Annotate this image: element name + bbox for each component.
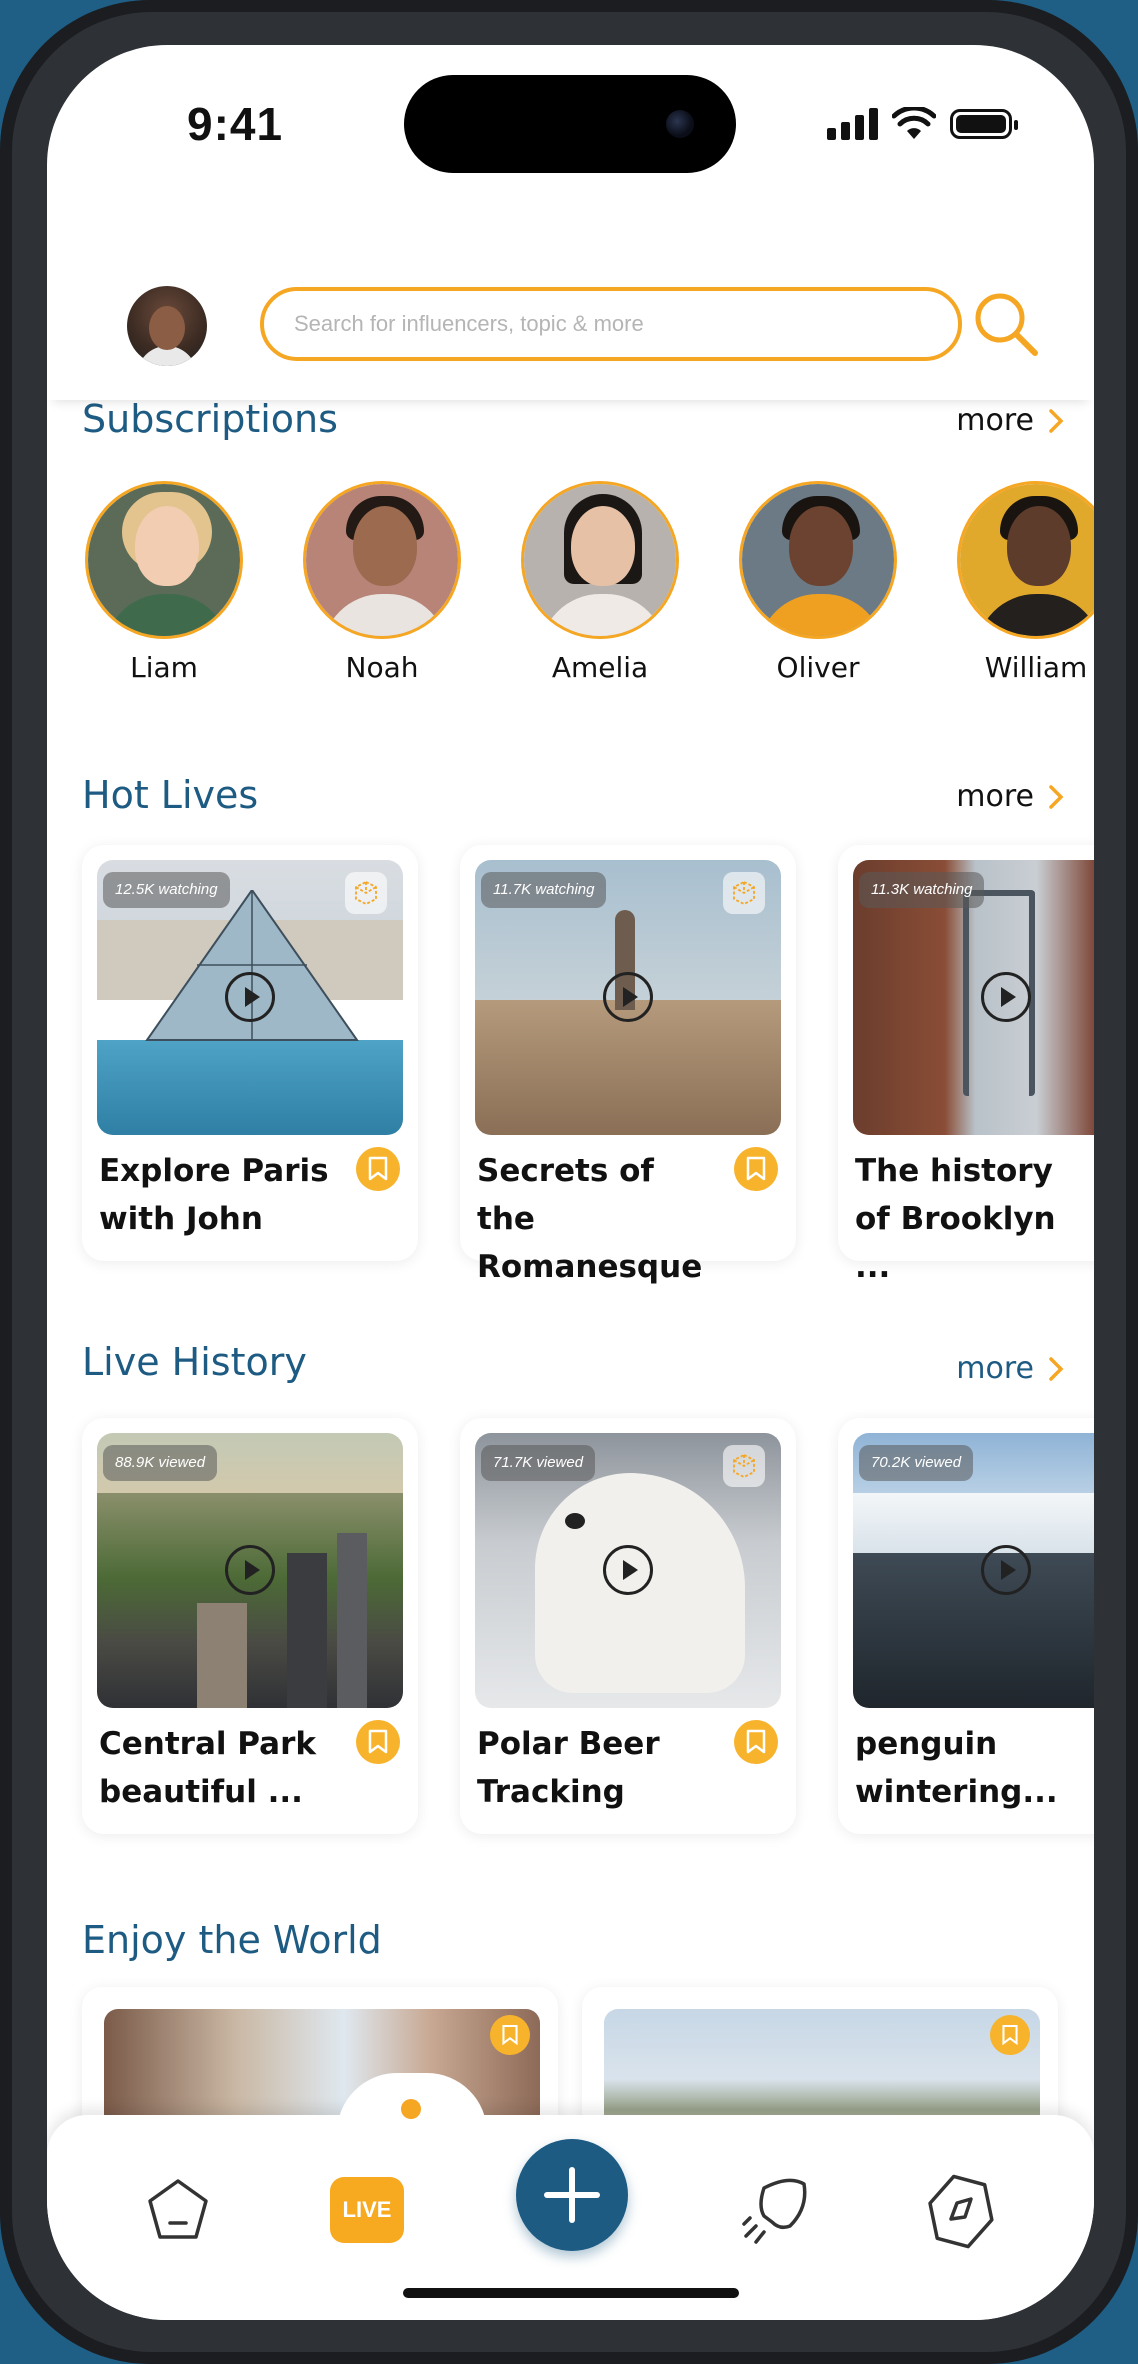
subscription-name: William [984, 651, 1088, 684]
play-icon[interactable] [981, 972, 1031, 1022]
cube-icon [723, 1445, 765, 1487]
bookmark-icon[interactable] [490, 2015, 530, 2055]
cube-icon [345, 872, 387, 914]
play-icon[interactable] [603, 972, 653, 1022]
subscription-item[interactable]: Oliver [736, 481, 900, 684]
bookmark-icon[interactable] [734, 1720, 778, 1764]
play-icon[interactable] [603, 1545, 653, 1595]
bookmark-add-icon[interactable] [356, 1147, 400, 1191]
card-title: penguin wintering... [855, 1726, 1058, 1810]
live-card[interactable]: 11.3K watching The history of Brooklyn .… [838, 845, 1094, 1285]
screen: 9:41 Subscriptions more [47, 45, 1094, 2320]
section-title-subscriptions: Subscriptions [82, 397, 338, 441]
subscription-item[interactable]: Noah [300, 481, 464, 684]
play-icon[interactable] [981, 1545, 1031, 1595]
card-title: Explore Paris with John [99, 1153, 329, 1237]
more-label: more [956, 403, 1034, 438]
subscription-avatar [303, 481, 461, 639]
chevron-right-icon [1049, 1356, 1064, 1381]
dynamic-island [404, 75, 736, 173]
history-thumbnail: 70.2K viewed [853, 1433, 1094, 1708]
subscription-avatar [85, 481, 243, 639]
status-icons [827, 107, 1018, 141]
search-input[interactable] [260, 287, 962, 361]
history-thumbnail: 71.7K viewed [475, 1433, 781, 1708]
watching-badge: 11.3K watching [859, 872, 985, 908]
subscription-name: Noah [345, 651, 419, 684]
history-thumbnail: 88.9K viewed [97, 1433, 403, 1708]
subscription-avatar [521, 481, 679, 639]
section-title-live-history: Live History [82, 1340, 307, 1384]
live-card[interactable]: 12.5K watching Explore Paris with John [82, 845, 418, 1261]
cube-icon [723, 872, 765, 914]
card-title: Secrets of the Romanesque [477, 1153, 703, 1285]
live-history-more-link[interactable]: more [956, 1351, 1064, 1386]
play-icon[interactable] [225, 1545, 275, 1595]
subscription-name: Amelia [551, 651, 649, 684]
live-thumbnail: 11.3K watching [853, 860, 1094, 1135]
live-button[interactable]: LIVE [330, 2177, 404, 2243]
card-title: Polar Beer Tracking [477, 1726, 660, 1810]
bookmark-icon[interactable] [734, 1147, 778, 1191]
watching-badge: 11.7K watching [481, 872, 607, 908]
history-card[interactable]: 71.7K viewed Polar Beer Tracking [460, 1418, 796, 1834]
subscriptions-more-link[interactable]: more [956, 403, 1064, 438]
avatar[interactable] [127, 286, 207, 366]
home-icon[interactable] [142, 2175, 214, 2247]
home-indicator [403, 2288, 739, 2298]
subscriptions-row: Liam Noah Amelia Oliver William [82, 481, 1094, 684]
live-thumbnail: 12.5K watching [97, 860, 403, 1135]
viewed-badge: 71.7K viewed [481, 1445, 596, 1481]
section-title-enjoy-the-world: Enjoy the World [82, 1918, 382, 1962]
rocket-icon[interactable] [734, 2170, 814, 2250]
section-title-hot-lives: Hot Lives [82, 773, 259, 817]
hot-lives-more-link[interactable]: more [956, 779, 1064, 814]
bookmark-icon[interactable] [356, 1720, 400, 1764]
history-card[interactable]: 70.2K viewed penguin wintering... [838, 1418, 1094, 1834]
add-button[interactable] [516, 2139, 628, 2251]
subscription-item[interactable]: William [954, 481, 1094, 684]
signal-icon [827, 108, 878, 140]
live-card[interactable]: 11.7K watching Secrets of the Romanesque [460, 845, 796, 1285]
subscription-name: Oliver [776, 651, 860, 684]
status-time: 9:41 [187, 98, 284, 150]
chevron-right-icon [1049, 408, 1064, 433]
subscription-item[interactable]: Amelia [518, 481, 682, 684]
card-title: Central Park beautiful ... [99, 1726, 316, 1810]
battery-icon [950, 109, 1018, 139]
subscription-item[interactable]: Liam [82, 481, 246, 684]
compass-icon[interactable] [921, 2173, 997, 2249]
search-icon[interactable] [967, 285, 1047, 365]
subscription-avatar [957, 481, 1094, 639]
live-thumbnail: 11.7K watching [475, 860, 781, 1135]
search-header [47, 230, 1094, 400]
card-title: The history of Brooklyn ... [855, 1153, 1056, 1285]
wifi-icon [892, 107, 936, 139]
chevron-right-icon [1049, 784, 1064, 809]
history-card[interactable]: 88.9K viewed Central Park beautiful ... [82, 1418, 418, 1834]
play-icon[interactable] [225, 972, 275, 1022]
subscription-avatar [739, 481, 897, 639]
phone-frame: 9:41 Subscriptions more [0, 0, 1138, 2364]
watching-badge: 12.5K watching [103, 872, 230, 908]
viewed-badge: 70.2K viewed [859, 1445, 974, 1481]
bookmark-icon[interactable] [990, 2015, 1030, 2055]
more-label: more [956, 1351, 1034, 1386]
camera-icon [666, 110, 694, 138]
subscription-name: Liam [130, 651, 198, 684]
more-label: more [956, 779, 1034, 814]
viewed-badge: 88.9K viewed [103, 1445, 218, 1481]
